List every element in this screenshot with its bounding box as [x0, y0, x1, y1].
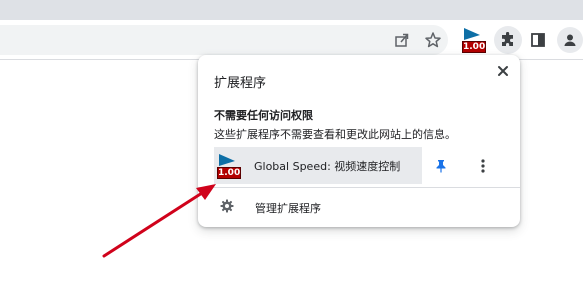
bookmark-star-icon[interactable] [421, 28, 445, 52]
tab-strip [0, 0, 583, 20]
speed-extension-icon: 1.00 [216, 153, 242, 179]
more-vert-icon [481, 159, 485, 173]
extension-name: Global Speed: 视频速度控制 [254, 160, 401, 173]
section-title: 不需要任何访问权限 [214, 109, 313, 122]
pin-icon [436, 160, 446, 173]
pin-button[interactable] [430, 155, 452, 177]
close-icon [498, 66, 508, 76]
speed-badge: 1.00 [217, 167, 241, 179]
speed-badge: 1.00 [462, 41, 486, 53]
extension-item-global-speed[interactable]: 1.00 Global Speed: 视频速度控制 [214, 147, 422, 184]
profile-icon[interactable] [557, 27, 583, 53]
flag-icon [219, 154, 235, 166]
manage-extensions-button[interactable]: 管理扩展程序 [214, 196, 504, 218]
browser-window: 1.00 扩展程序 不需要任何访问权限 这些扩展程序不需要查看和更改此网站上的信… [0, 0, 583, 295]
close-button[interactable] [494, 62, 512, 80]
popup-title: 扩展程序 [214, 76, 267, 91]
flag-icon [464, 28, 480, 40]
address-bar[interactable] [0, 25, 448, 55]
side-panel-icon[interactable] [526, 28, 550, 52]
more-options-button[interactable] [472, 155, 494, 177]
section-description: 这些扩展程序不需要查看和更改此网站上的信息。 [214, 128, 456, 141]
gear-icon [220, 199, 234, 213]
browser-toolbar: 1.00 [0, 20, 583, 60]
extensions-puzzle-icon[interactable] [494, 26, 522, 54]
speed-extension-icon[interactable]: 1.00 [460, 26, 488, 54]
divider [198, 187, 520, 188]
manage-extensions-label: 管理扩展程序 [255, 202, 321, 215]
share-icon[interactable] [390, 28, 414, 52]
extensions-popup: 扩展程序 不需要任何访问权限 这些扩展程序不需要查看和更改此网站上的信息。 1.… [198, 55, 520, 227]
